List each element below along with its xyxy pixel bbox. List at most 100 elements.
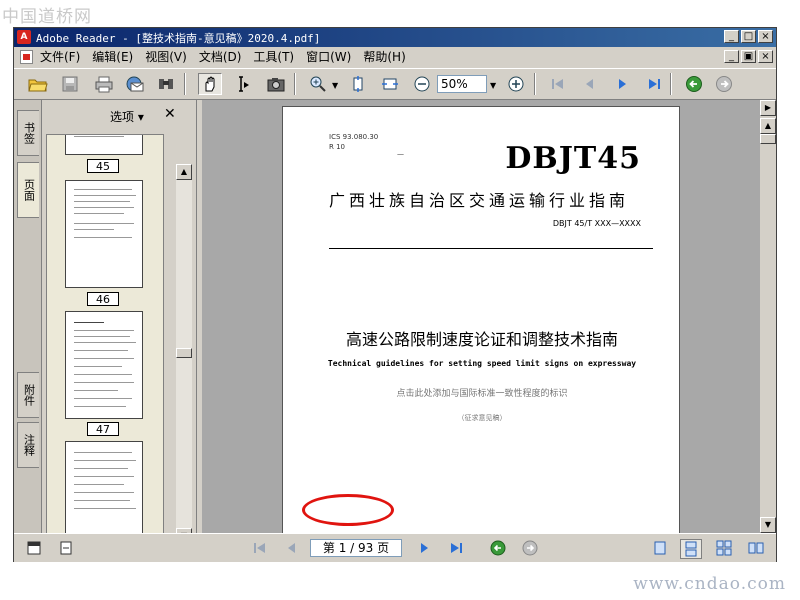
toolbar-separator [670,73,672,95]
status-prev-page-icon[interactable] [282,539,302,557]
status-bar: 第 1 / 93 页 [14,533,776,562]
dash-marker: — [397,150,404,158]
options-menu-button[interactable]: 选项 ▾ [110,108,144,125]
organization-title: 广西壮族自治区交通运输行业指南 [329,191,630,210]
status-go-back-icon[interactable] [488,539,508,557]
thumbnail-page-45[interactable] [65,135,143,155]
single-page-view-icon[interactable] [650,539,670,557]
zoom-out-icon[interactable] [410,73,434,95]
thumbnail-label: 46 [87,292,119,306]
thumbnail-page-46[interactable] [65,180,143,288]
watermark-top: 中国道桥网 [2,7,92,27]
document-title-cn: 高速公路限制速度论证和调整技术指南 [345,330,618,349]
next-page-icon[interactable] [610,73,634,95]
page-number-field[interactable]: 第 1 / 93 页 [310,539,402,557]
standard-number: DBJT 45/T XXX—XXXX [552,219,641,228]
close-panel-button[interactable]: ✕ [164,106,176,122]
reader-window: A Adobe Reader - [整技术指南-意见稿》2020.4.pdf] … [13,27,777,562]
adobe-reader-icon: A [17,30,31,44]
save-icon[interactable] [58,73,82,95]
document-scrollbar[interactable]: ▶ ▲ ▼ [760,100,776,533]
hand-icon[interactable] [198,73,222,95]
continuous-facing-view-icon[interactable] [746,539,766,557]
menu-window[interactable]: 窗口(W) [306,49,351,65]
open-icon[interactable] [26,73,50,95]
toolbar: ▼ 50% ▼ [14,68,776,100]
scroll-right-page-icon[interactable]: ▶ [760,100,776,116]
prev-page-icon[interactable] [578,73,602,95]
doc-close-button[interactable]: × [758,50,773,63]
classification-code: R 10 [329,143,345,151]
last-page-icon[interactable] [642,73,666,95]
status-next-page-icon[interactable] [414,539,434,557]
title-bar[interactable]: A Adobe Reader - [整技术指南-意见稿》2020.4.pdf] … [14,28,776,47]
tab-pages[interactable]: 页面 [17,162,39,218]
email-icon[interactable] [122,73,146,95]
page-thumbnails: 45 46 47 [46,134,164,544]
draft-note: （征求意见稿） [457,414,507,422]
toolbar-separator [534,73,536,95]
zoom-tool-dropdown-icon[interactable]: ▼ [332,81,338,90]
status-go-forward-icon[interactable] [520,539,540,557]
maximize-button[interactable]: □ [741,30,756,43]
consistency-note: 点击此处添加与国际标准一致性程度的标识 [396,389,568,399]
doc-minimize-button[interactable]: _ [724,50,739,63]
doc-restore-button[interactable]: ▣ [741,50,756,63]
navigation-panel: 书签 页面 附件 注释 选项 ▾ ✕ 45 46 47 ▲ [14,100,196,544]
thumbnail-label: 47 [87,422,119,436]
scroll-up-arrow-icon[interactable]: ▲ [176,164,192,180]
menu-document[interactable]: 文档(D) [199,49,242,65]
tab-comments[interactable]: 注释 [17,422,39,468]
header-rule [329,248,653,249]
thumbnail-label: 45 [87,159,119,173]
fit-page-icon[interactable] [346,73,370,95]
page-number-highlight-ellipse [302,494,394,526]
document-page: ICS 93.080.30 R 10 — DBJT45 广西壮族自治区交通运输行… [282,106,680,533]
zoom-dropdown-icon[interactable]: ▼ [490,81,496,90]
menu-edit[interactable]: 编辑(E) [92,49,133,65]
toolbar-separator [184,73,186,95]
zoom-in-icon[interactable] [504,73,528,95]
standard-code: DBJT45 [505,141,641,176]
scroll-thumb[interactable] [176,348,192,358]
menu-tools[interactable]: 工具(T) [253,49,294,65]
menu-view[interactable]: 视图(V) [145,49,187,65]
print-icon[interactable] [92,73,116,95]
menu-help[interactable]: 帮助(H) [363,49,405,65]
thumbnail-page-47[interactable] [65,311,143,419]
go-back-icon[interactable] [682,73,706,95]
zoom-input[interactable]: 50% [437,75,487,93]
zoom-in-tool-icon[interactable] [306,73,330,95]
select-text-icon[interactable] [230,73,254,95]
thumbnail-scrollbar[interactable]: ▲ ▼ [176,164,192,544]
pages-panel-header: 选项 ▾ ✕ [42,100,196,130]
window-title: Adobe Reader - [整技术指南-意见稿》2020.4.pdf] [36,32,321,45]
toolbar-separator [294,73,296,95]
thumbnail-page-48[interactable] [65,441,143,543]
menu-bar: 文件(F) 编辑(E) 视图(V) 文档(D) 工具(T) 窗口(W) 帮助(H… [14,47,776,67]
scroll-thumb[interactable] [760,134,776,144]
scroll-down-arrow-icon[interactable]: ▼ [760,517,776,533]
first-page-icon[interactable] [546,73,570,95]
close-button[interactable]: × [758,30,773,43]
tab-bookmarks[interactable]: 书签 [17,110,39,156]
minimize-button[interactable]: _ [724,30,739,43]
scroll-up-arrow-icon[interactable]: ▲ [760,118,776,134]
facing-view-icon[interactable] [714,539,734,557]
search-icon[interactable] [154,73,178,95]
page-size-icon[interactable] [56,539,76,557]
document-view[interactable]: ICS 93.080.30 R 10 — DBJT45 广西壮族自治区交通运输行… [202,100,760,533]
continuous-view-icon[interactable] [680,539,702,559]
tab-attachments[interactable]: 附件 [17,372,39,418]
snapshot-icon[interactable] [264,73,288,95]
status-first-page-icon[interactable] [250,539,270,557]
document-title-en: Technical guidelines for setting speed l… [327,359,637,368]
document-icon[interactable] [20,50,33,64]
fit-width-icon[interactable] [378,73,402,95]
watermark-bottom: www.cndao.com [633,574,786,594]
go-forward-icon[interactable] [712,73,736,95]
page-layout-icon[interactable] [24,539,44,557]
ics-code: ICS 93.080.30 [329,133,379,141]
status-last-page-icon[interactable] [446,539,466,557]
menu-file[interactable]: 文件(F) [40,49,80,65]
